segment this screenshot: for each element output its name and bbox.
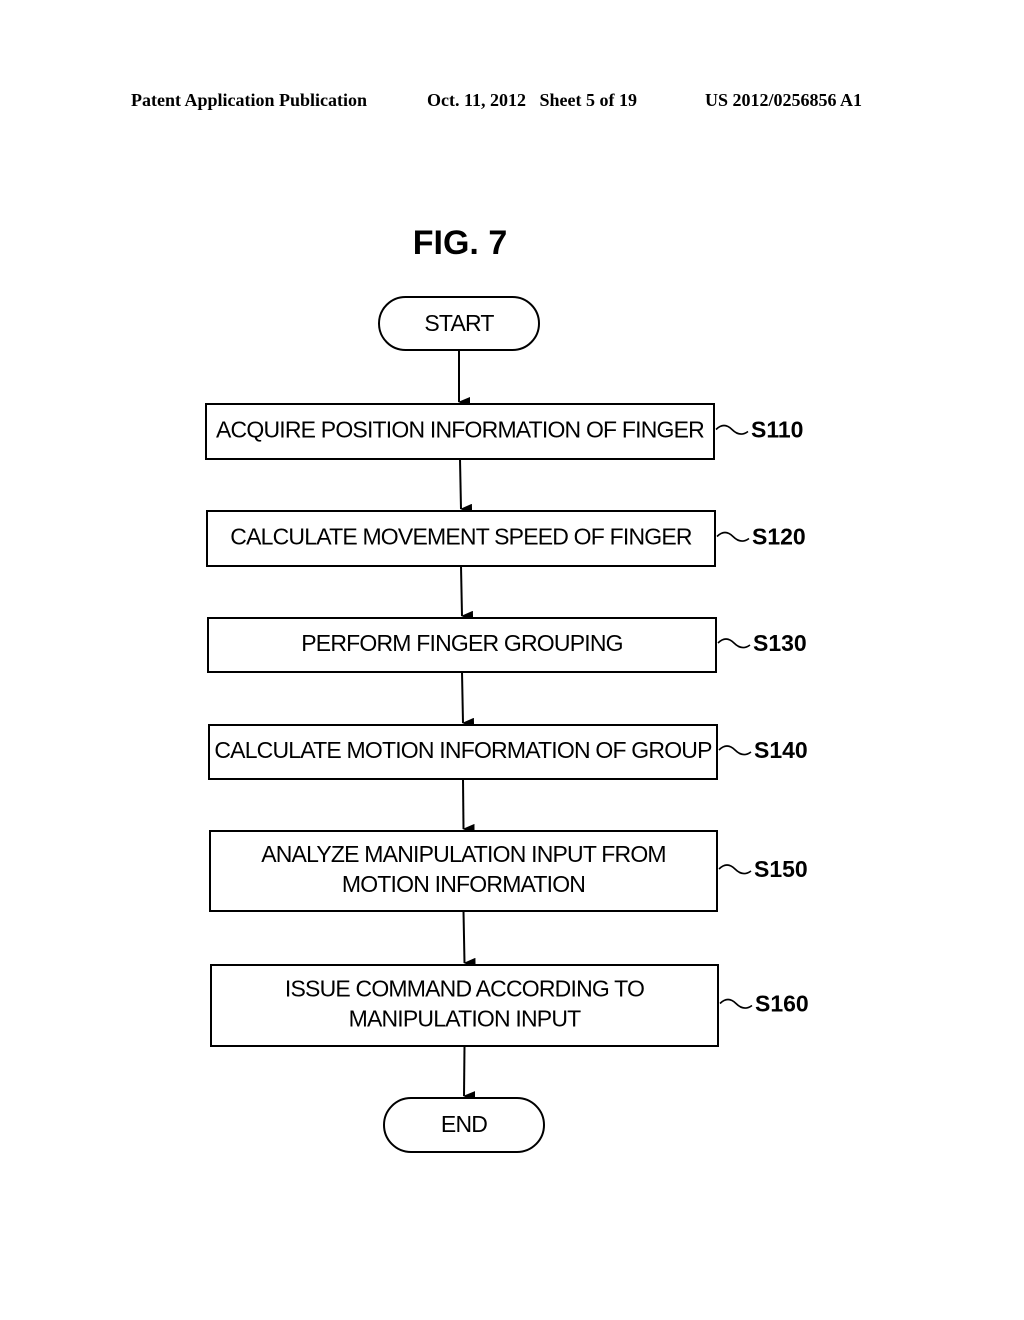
step-reference-label: S130 [753,630,807,656]
end-label: END [441,1111,487,1137]
leader-line [717,638,751,649]
process-step-text: ISSUE COMMAND ACCORDING TO [285,976,644,1002]
step-reference-label: S150 [754,856,808,882]
arrow-s120-to-next [460,565,474,621]
process-step-text: CALCULATE MOTION INFORMATION OF GROUP [214,737,712,763]
arrow-s130-to-next [461,671,475,728]
step-reference-label: S160 [755,991,809,1017]
start-label: START [424,310,494,336]
step-reference-label: S110 [751,417,803,443]
process-step-text: CALCULATE MOVEMENT SPEED OF FINGER [230,524,692,550]
process-step-text: MOTION INFORMATION [342,871,585,897]
step-reference-label: S140 [754,737,808,763]
process-step-s130: PERFORM FINGER GROUPING S130 [207,617,807,673]
end-terminal: END [383,1097,545,1153]
arrow-s110-to-next [459,458,473,514]
leader-line [716,531,750,542]
leader-line [718,745,752,756]
arrow-s150-to-next [462,910,476,968]
leader-line [718,864,752,875]
process-step-s140: CALCULATE MOTION INFORMATION OF GROUP S14… [208,724,808,780]
process-step-s150: ANALYZE MANIPULATION INPUT FROM MOTION IN… [209,830,808,912]
step-reference-label: S120 [752,524,806,550]
process-step-text: ANALYZE MANIPULATION INPUT FROM [261,841,666,867]
arrow-s140-to-next [462,778,475,834]
process-step-text: ACQUIRE POSITION INFORMATION OF FINGER [216,417,704,443]
process-step-s120: CALCULATE MOVEMENT SPEED OF FINGER S120 [206,510,806,567]
arrow-s160-to-end [463,1045,476,1102]
process-step-text: MANIPULATION INPUT [349,1006,582,1032]
leader-line [715,424,749,435]
flowchart: START ACQUIRE POSITION INFORMATION OF FI… [205,296,809,1153]
process-step-s160: ISSUE COMMAND ACCORDING TO MANIPULATION I… [210,964,809,1047]
start-terminal: START [378,296,540,351]
process-step-s110: ACQUIRE POSITION INFORMATION OF FINGER S1… [205,403,803,460]
process-step-text: PERFORM FINGER GROUPING [301,630,623,656]
leader-line [719,998,753,1009]
